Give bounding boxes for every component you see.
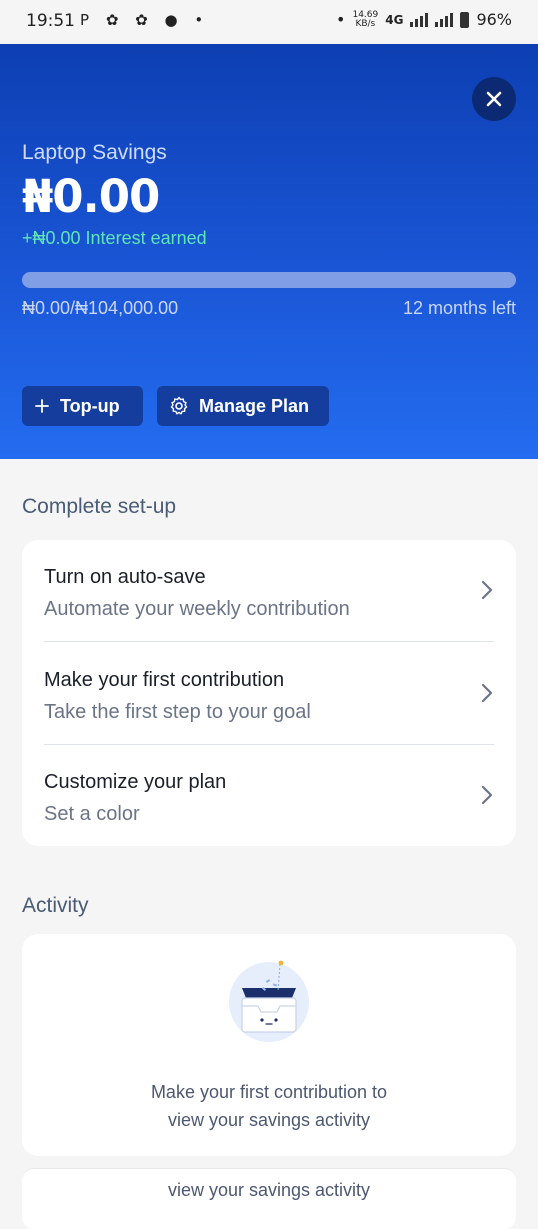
interest-earned: +₦0.00 Interest earned bbox=[22, 228, 207, 248]
activity-empty-text: Make your first contribution to view you… bbox=[22, 1078, 516, 1134]
network-type: 4G bbox=[385, 12, 404, 27]
status-time: 19:51 bbox=[26, 11, 75, 31]
setup-card: Turn on auto-save Automate your weekly c… bbox=[22, 540, 516, 846]
months-left: 12 months left bbox=[402, 298, 516, 318]
setup-item-title: Turn on auto-save bbox=[44, 566, 206, 588]
battery-level: 96% bbox=[476, 10, 512, 29]
activity-card: Make your first contribution to view you… bbox=[22, 934, 516, 1156]
setup-item-subtitle: Automate your weekly contribution bbox=[44, 598, 350, 620]
setup-item-subtitle: Take the first step to your goal bbox=[44, 701, 311, 723]
plan-name: Laptop Savings bbox=[22, 141, 167, 164]
setup-item-subtitle: Set a color bbox=[44, 803, 140, 825]
activity-empty-line-2: view your savings activity bbox=[167, 1110, 371, 1130]
topup-label: Top-up bbox=[60, 395, 120, 416]
savings-hero: Laptop Savings ₦0.00 +₦0.00 Interest ear… bbox=[0, 44, 538, 459]
progress-amount: ₦0.00/₦104,000.00 bbox=[22, 298, 179, 318]
activity-section-title: Activity bbox=[22, 894, 89, 917]
setup-item-auto-save[interactable]: Turn on auto-save Automate your weekly c… bbox=[44, 540, 494, 642]
divider bbox=[44, 641, 494, 642]
notification-icons: P ✿ ✿ ● • bbox=[80, 11, 210, 29]
chevron-right-icon bbox=[481, 580, 493, 600]
battery-icon bbox=[460, 11, 470, 28]
status-dot: • bbox=[336, 10, 346, 29]
savings-progress-bar bbox=[22, 272, 516, 288]
chevron-right-icon bbox=[481, 683, 493, 703]
close-icon bbox=[486, 91, 502, 107]
plus-icon bbox=[34, 398, 50, 414]
setup-item-customize-plan[interactable]: Customize your plan Set a color bbox=[44, 745, 494, 847]
net-speed: 14.69 KB/s bbox=[352, 10, 378, 29]
manage-plan-button[interactable]: Manage Plan bbox=[157, 386, 329, 426]
balance-amount: ₦0.00 bbox=[22, 170, 160, 223]
setup-section-title: Complete set-up bbox=[22, 495, 177, 518]
chevron-right-icon bbox=[481, 785, 493, 805]
manage-plan-label: Manage Plan bbox=[199, 395, 310, 416]
close-button[interactable] bbox=[472, 77, 516, 121]
net-speed-unit: KB/s bbox=[355, 18, 376, 29]
status-right: • 14.69 KB/s 4G 96% bbox=[336, 10, 512, 29]
setup-item-title: Customize your plan bbox=[44, 771, 227, 793]
activity-peek-text: view your savings activity bbox=[167, 1180, 371, 1200]
setup-item-first-contribution[interactable]: Make your first contribution Take the fi… bbox=[44, 643, 494, 745]
status-bar: 19:51 P ✿ ✿ ● • • 14.69 KB/s 4G 96% bbox=[0, 0, 538, 44]
activity-empty-line-1: Make your first contribution to bbox=[150, 1082, 388, 1102]
topup-button[interactable]: Top-up bbox=[22, 386, 143, 426]
signal-icon-2 bbox=[435, 12, 454, 27]
empty-inbox-icon bbox=[229, 960, 309, 1042]
signal-icon bbox=[410, 12, 429, 27]
gear-icon bbox=[169, 396, 189, 416]
setup-item-title: Make your first contribution bbox=[44, 669, 285, 691]
